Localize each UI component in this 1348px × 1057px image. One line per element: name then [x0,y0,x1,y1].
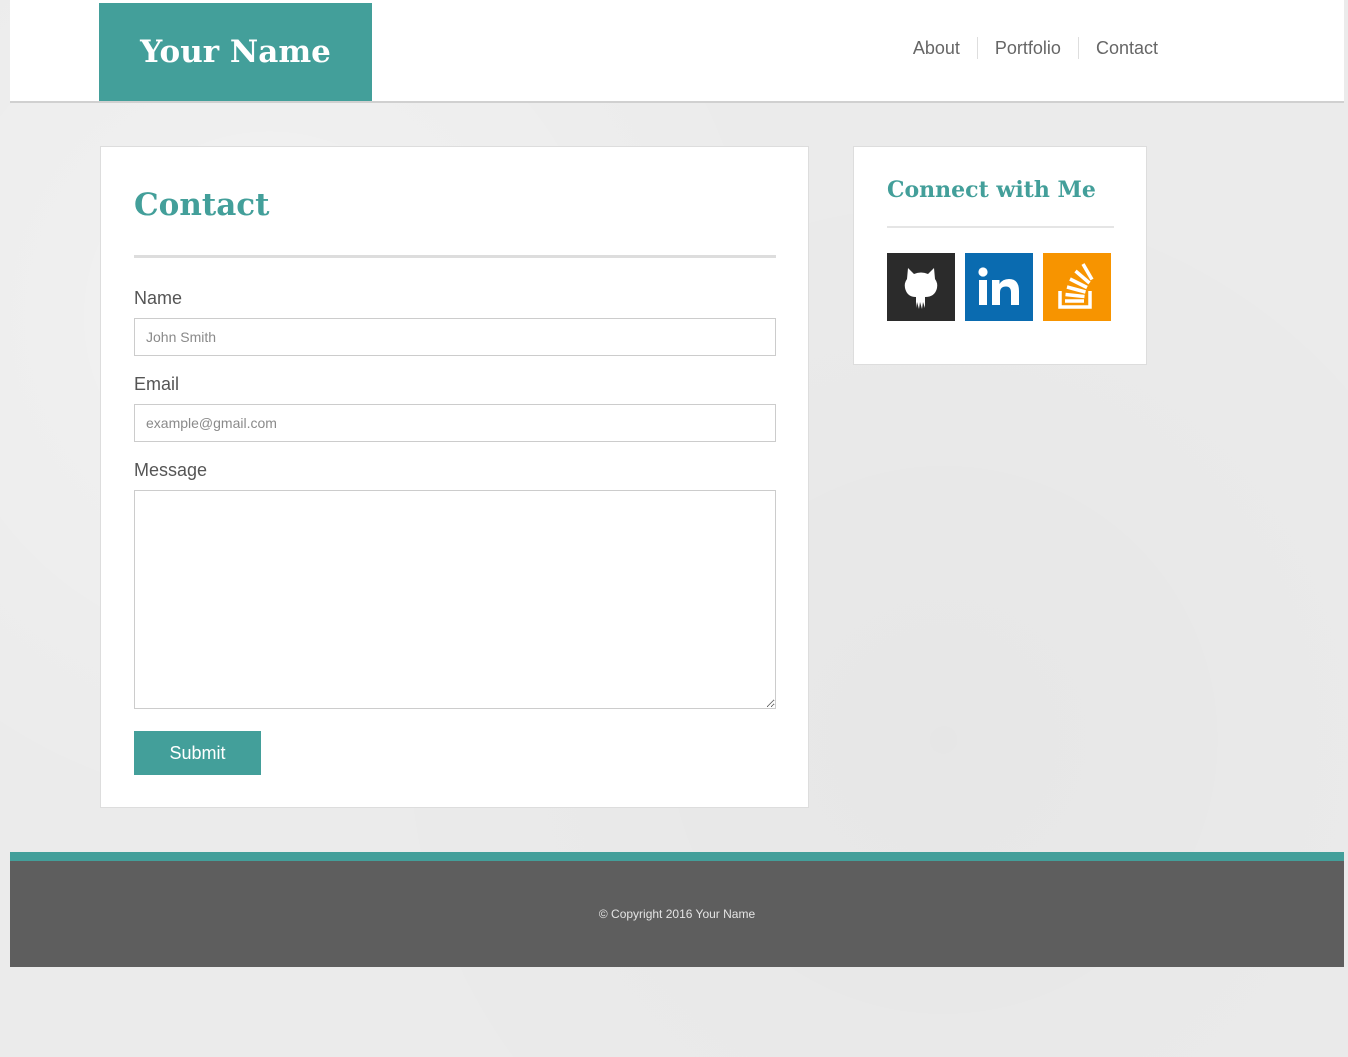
github-link[interactable] [887,253,955,321]
github-icon [904,268,938,309]
linkedin-icon [978,267,1019,305]
connect-title: Connect with Me [887,177,1096,203]
email-label: Email [134,374,180,394]
name-input[interactable] [134,318,776,356]
site-header: Your Name About Portfolio Contact [10,0,1344,103]
message-textarea[interactable] [134,490,776,709]
nav-link-about[interactable]: About [896,37,977,59]
stackoverflow-link[interactable] [1043,253,1111,321]
main-nav: About Portfolio Contact [896,37,1158,59]
stackoverflow-icon [1058,263,1094,309]
contact-title: Contact [134,187,270,223]
email-input[interactable] [134,404,776,442]
contact-card: Contact Name Email Message Submit [100,146,809,808]
brand-logo-link[interactable]: Your Name [99,3,372,101]
submit-button[interactable]: Submit [134,731,261,775]
footer-accent-stripe [10,852,1344,861]
connect-card: Connect with Me [853,146,1147,365]
copyright-text: © Copyright 2016 Your Name [598,907,756,921]
nav-link-contact[interactable]: Contact [1077,37,1158,59]
connect-divider [887,226,1114,228]
name-label: Name [134,288,183,308]
contact-divider [134,255,776,258]
message-label: Message [134,460,208,480]
page-frame: Your Name About Portfolio Contact Contac… [10,0,1344,1057]
site-footer: © Copyright 2016 Your Name [10,861,1344,967]
linkedin-link[interactable] [965,253,1033,321]
nav-link-portfolio[interactable]: Portfolio [976,37,1078,59]
